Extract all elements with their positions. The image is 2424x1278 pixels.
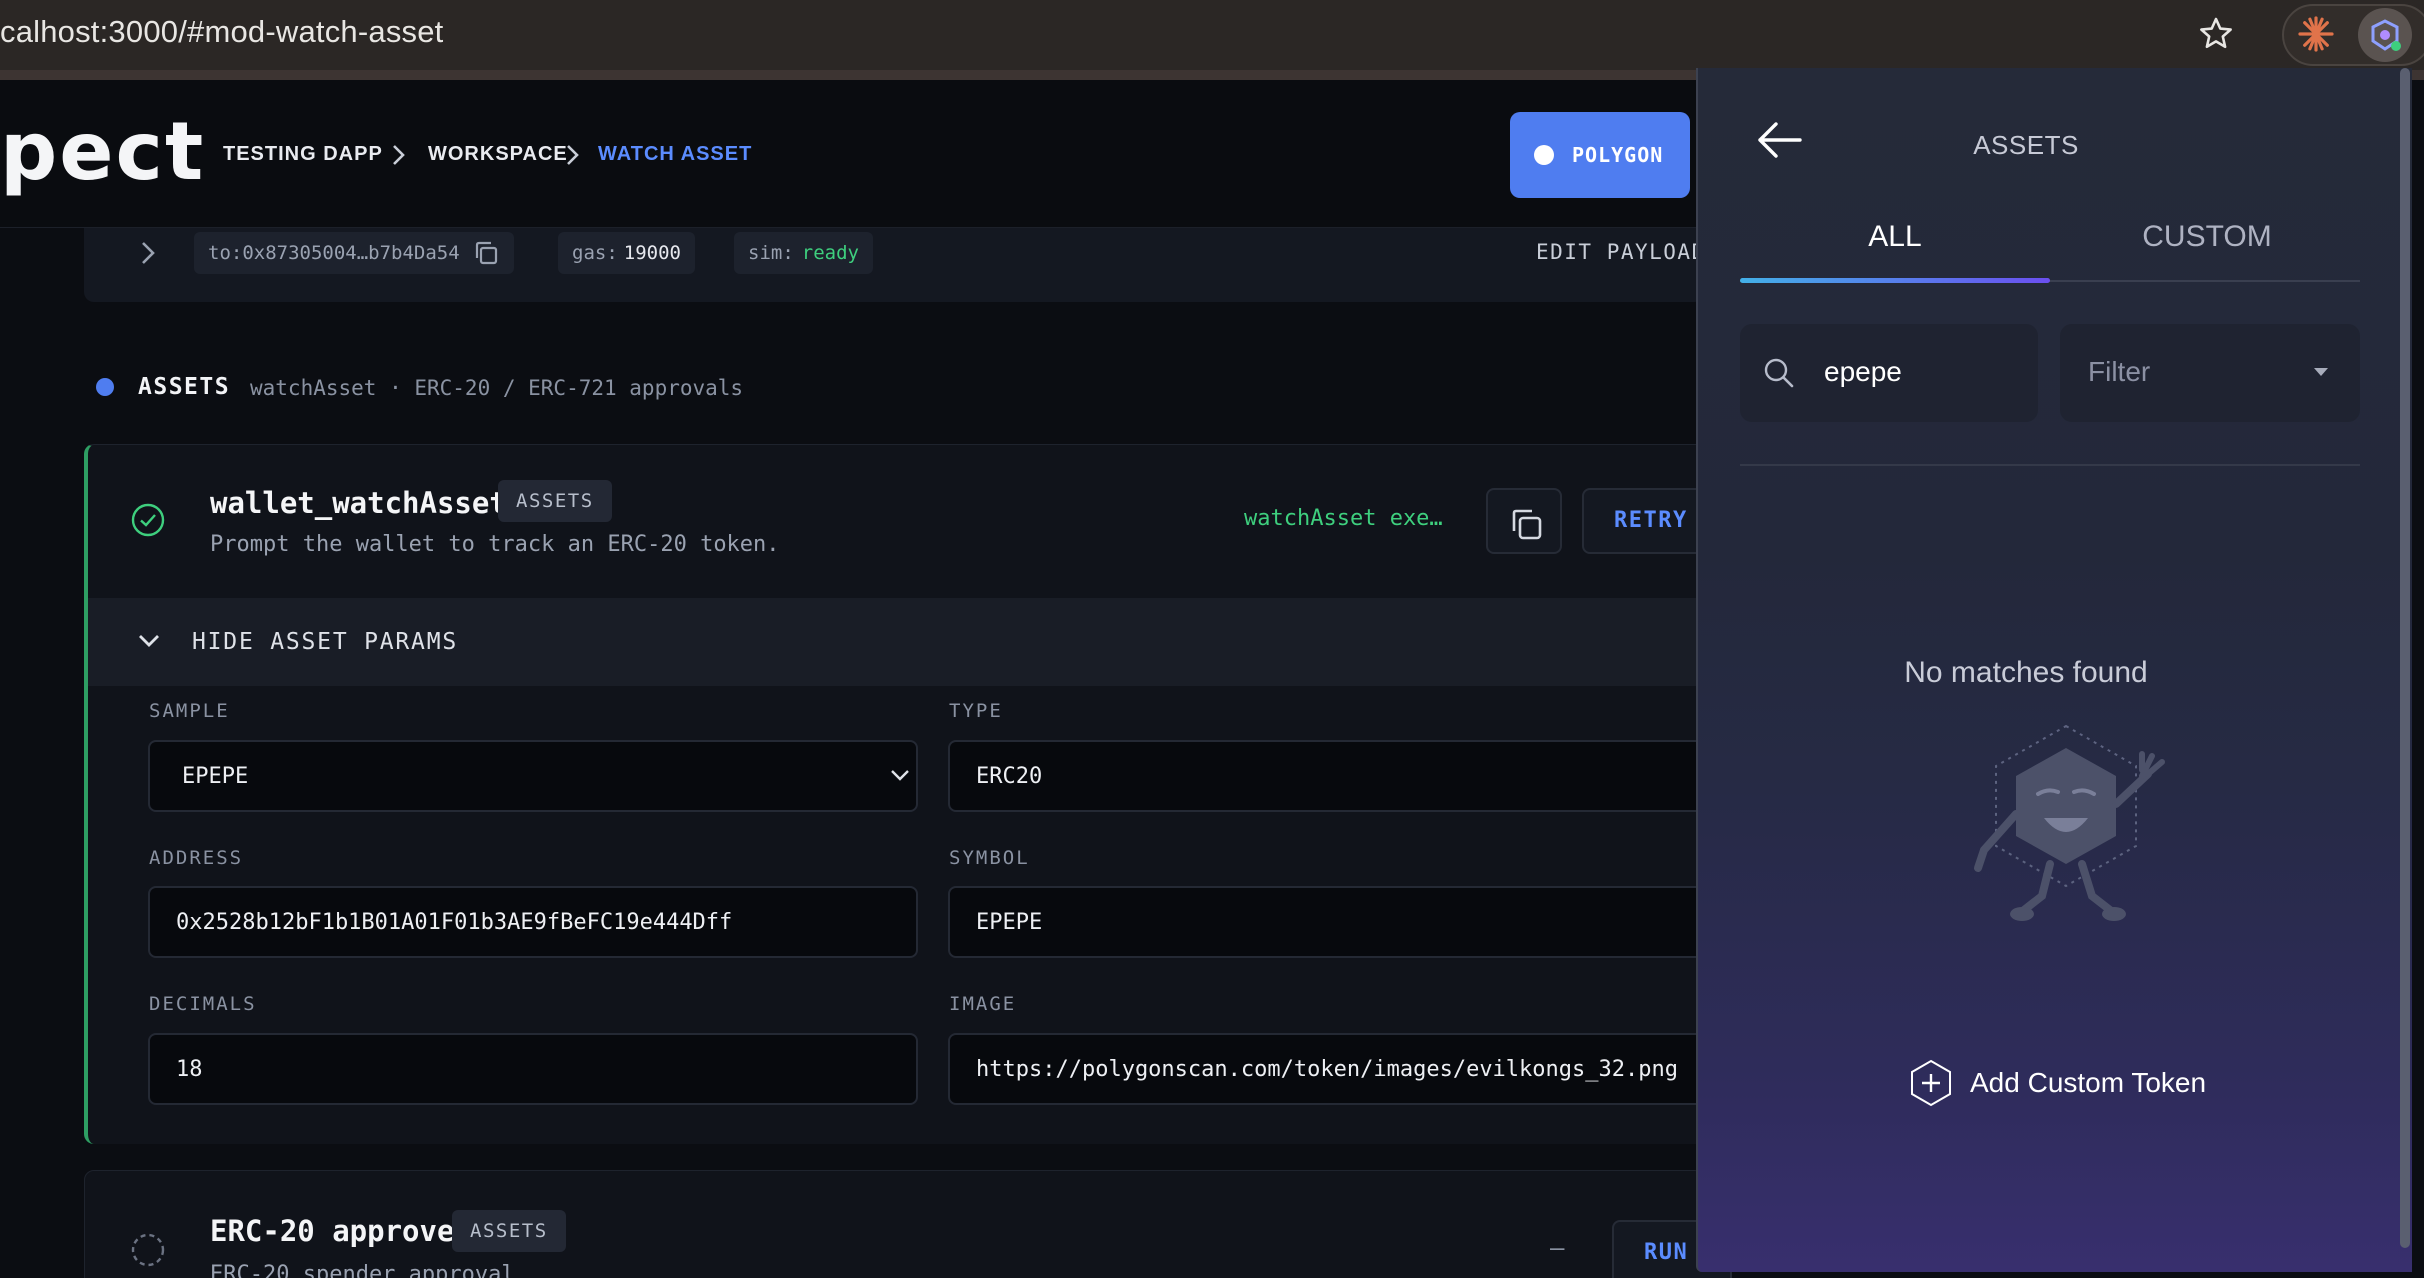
section-title: ASSETS xyxy=(138,374,231,400)
tx-gas-chip: gas: 19000 xyxy=(558,232,695,274)
app-logo[interactable]: pect xyxy=(0,112,205,192)
sample-select[interactable]: EPEPE xyxy=(148,740,918,812)
add-custom-token-button[interactable]: Add Custom Token xyxy=(1908,1058,2206,1108)
tx-to-value: 0x87305004…b7b4Da54 xyxy=(242,242,460,264)
type-label: TYPE xyxy=(949,700,1003,722)
symbol-label: SYMBOL xyxy=(949,847,1030,869)
decimals-input[interactable]: 18 xyxy=(148,1033,918,1105)
method-status: — xyxy=(1550,1234,1565,1262)
network-button[interactable]: POLYGON xyxy=(1510,112,1690,198)
tx-gas-value: 19000 xyxy=(623,242,681,264)
copy-icon[interactable] xyxy=(472,239,500,267)
check-circle-icon xyxy=(131,503,165,537)
method-description: Prompt the wallet to track an ERC-20 tok… xyxy=(210,532,780,557)
method-tag: ASSETS xyxy=(498,480,612,522)
chevron-right-icon[interactable] xyxy=(136,240,160,266)
network-status-dot xyxy=(1534,145,1554,165)
tx-sim-label: sim: xyxy=(748,242,794,264)
popup-scrollbar[interactable] xyxy=(2400,68,2410,1248)
symbol-input[interactable]: EPEPE xyxy=(948,886,1728,958)
edit-payload-button[interactable]: EDIT PAYLOAD xyxy=(1536,240,1706,264)
method-name: wallet_watchAsset xyxy=(210,486,507,520)
browser-toolbar: calhost:3000/#mod-watch-asset xyxy=(0,0,2424,70)
sample-label: SAMPLE xyxy=(149,700,230,722)
breadcrumb-workspace[interactable]: WORKSPACE xyxy=(428,143,568,166)
tab-all[interactable]: ALL xyxy=(1740,220,2050,254)
wallet-popup: ASSETS ALL CUSTOM epepe Filter No matche… xyxy=(1696,68,2412,1272)
tx-gas-label: gas: xyxy=(572,242,618,264)
section-indicator-dot xyxy=(96,378,114,396)
decimals-label: DECIMALS xyxy=(149,993,257,1015)
tx-to-label: to: xyxy=(208,242,243,264)
address-bar[interactable]: calhost:3000/#mod-watch-asset xyxy=(0,14,443,50)
add-custom-token-label: Add Custom Token xyxy=(1970,1067,2207,1098)
image-label: IMAGE xyxy=(949,993,1017,1015)
active-tab-indicator xyxy=(1740,278,2050,283)
copy-icon xyxy=(1512,509,1542,540)
search-icon xyxy=(1764,358,1794,388)
network-label: POLYGON xyxy=(1572,143,1664,167)
empty-state-mascot-illustration xyxy=(1974,724,2165,921)
caret-down-icon xyxy=(2314,368,2328,376)
copy-result-button[interactable] xyxy=(1486,488,1562,554)
chevron-down-icon xyxy=(139,635,159,647)
tx-sim-value: ready xyxy=(801,242,859,264)
divider xyxy=(1740,464,2360,466)
method-tag: ASSETS xyxy=(452,1210,566,1252)
chevron-right-icon xyxy=(393,145,405,165)
params-toggle-label[interactable]: HIDE ASSET PARAMS xyxy=(192,629,458,655)
add-hexagon-icon xyxy=(1911,1059,1951,1107)
image-url-input[interactable]: https://polygonscan.com/token/images/evi… xyxy=(948,1033,1728,1105)
filter-placeholder: Filter xyxy=(2088,356,2151,387)
extension-sunburst-icon[interactable] xyxy=(2294,12,2338,56)
method-description: ERC-20 spender approval xyxy=(210,1262,515,1278)
wallet-extension-icon xyxy=(2371,19,2401,51)
chevron-down-icon xyxy=(891,770,909,781)
pending-circle-icon xyxy=(131,1233,165,1267)
bookmark-star-icon[interactable] xyxy=(2196,14,2236,54)
breadcrumb-watch-asset[interactable]: WATCH ASSET xyxy=(598,143,752,166)
type-input[interactable]: ERC20 xyxy=(948,740,1728,812)
tx-to-chip: to: 0x87305004…b7b4Da54 xyxy=(194,232,514,274)
chevron-right-icon xyxy=(567,145,579,165)
search-query: epepe xyxy=(1824,356,1902,387)
popup-title: ASSETS xyxy=(1973,130,2079,160)
method-name: ERC-20 approve xyxy=(210,1214,455,1248)
address-input[interactable]: 0x2528b12bF1b1B01A01F01b3AE9fBeFC19e444D… xyxy=(148,886,918,958)
wallet-extension-button[interactable] xyxy=(2358,8,2412,62)
section-subtitle: watchAsset · ERC-20 / ERC-721 approvals xyxy=(250,376,744,400)
filter-dropdown[interactable]: Filter xyxy=(2060,324,2360,422)
tx-sim-chip: sim: ready xyxy=(734,232,873,274)
tab-custom[interactable]: CUSTOM xyxy=(2052,220,2362,254)
breadcrumb-testing-dapp[interactable]: TESTING DAPP xyxy=(223,143,383,166)
token-search-input[interactable]: epepe xyxy=(1740,324,2038,422)
address-label: ADDRESS xyxy=(149,847,244,869)
method-status: watchAsset exe… xyxy=(1244,506,1443,531)
